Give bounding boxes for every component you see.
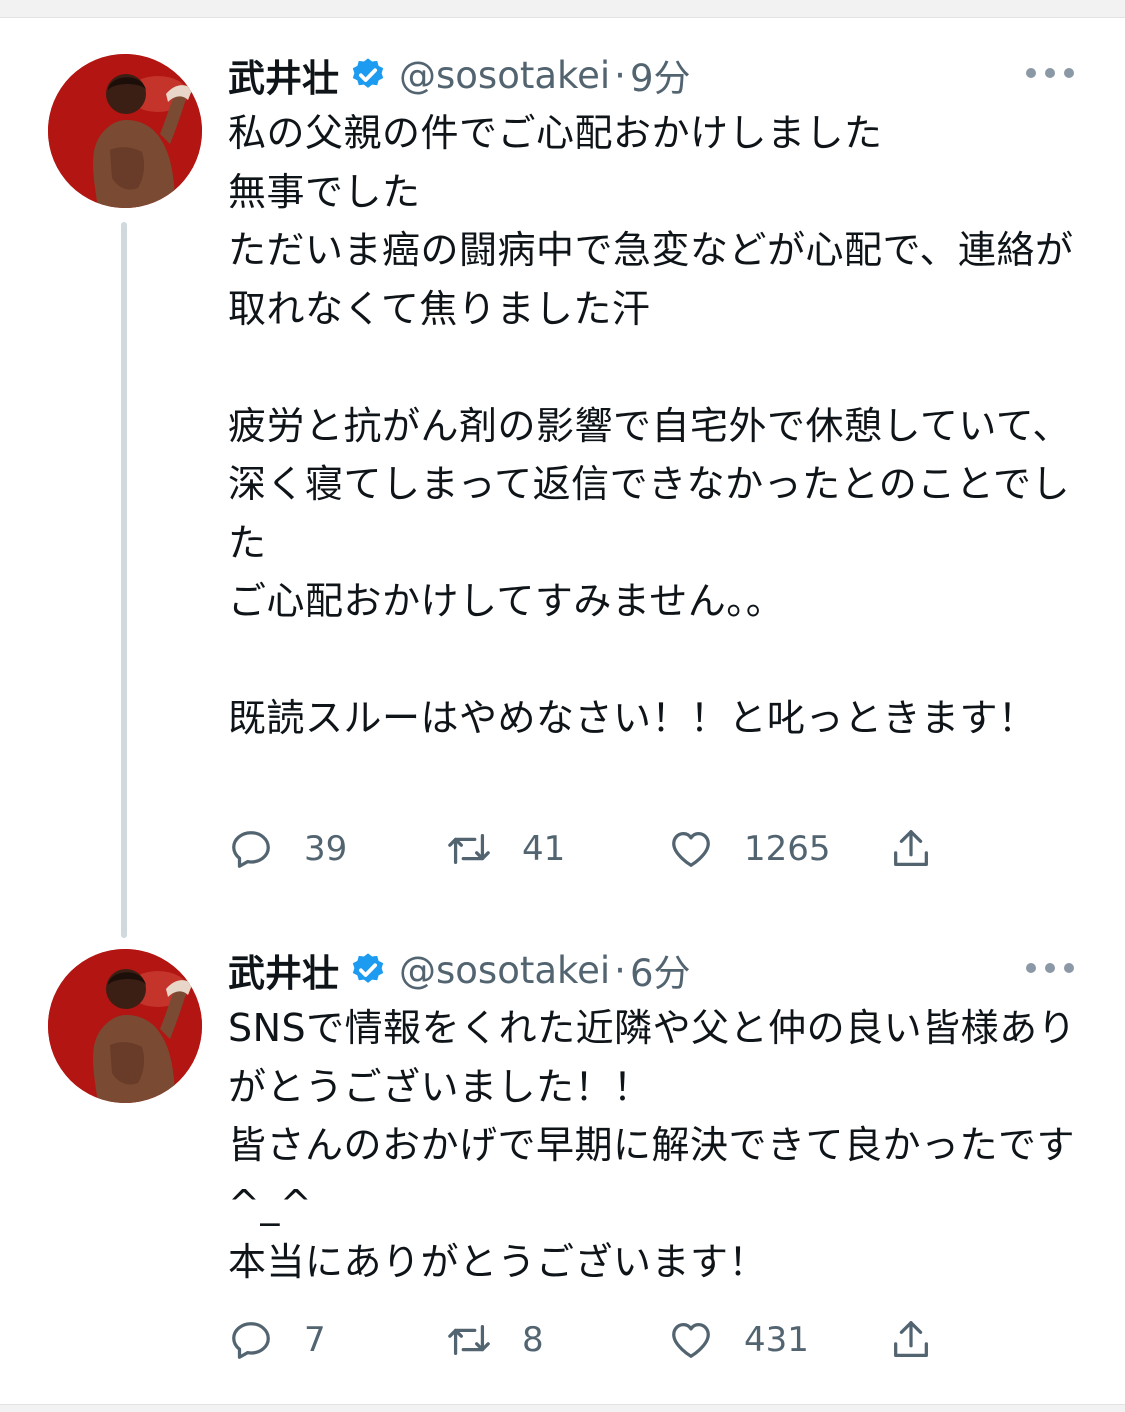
reply-count: 7 <box>304 1320 326 1360</box>
reply-icon <box>232 1322 270 1359</box>
timestamp[interactable]: 6分 <box>630 943 691 997</box>
display-name[interactable]: 武井壮 <box>228 943 339 997</box>
handle[interactable]: @sosotakei <box>399 949 610 992</box>
verified-badge-icon <box>352 953 384 983</box>
heart-icon <box>672 1323 710 1358</box>
share-button[interactable] <box>888 824 934 874</box>
retweet-count: 8 <box>522 1320 544 1360</box>
reply-button[interactable]: 39 <box>228 824 347 874</box>
tweet-header: 武井壮 @sosotakei · 6分 <box>228 943 691 997</box>
avatar[interactable] <box>48 949 202 1103</box>
more-dots-icon[interactable] <box>1026 66 1074 80</box>
like-button[interactable]: 431 <box>668 1315 809 1365</box>
verified-badge-icon <box>352 58 384 88</box>
reply-icon <box>232 831 270 868</box>
retweet-count: 41 <box>522 829 566 869</box>
tweet-text: SNSで情報をくれた近隣や父と仲の良い皆様ありがとうございました！！ 皆さんのお… <box>228 1006 1077 1284</box>
more-dots-icon[interactable] <box>1026 961 1074 975</box>
tweet[interactable]: 武井壮 @sosotakei · 9分 私の父親の件でご心配おかけしました 無事… <box>0 40 1125 940</box>
tweet-actions: 39 41 1265 <box>228 824 948 874</box>
like-button[interactable]: 1265 <box>668 824 831 874</box>
avatar-image <box>48 949 202 1103</box>
display-name[interactable]: 武井壮 <box>228 48 339 102</box>
tweet-text: 私の父親の件でご心配おかけしました 無事でした ただいま癌の闘病中で急変などが心… <box>228 111 1074 740</box>
bottom-separator <box>0 1404 1125 1412</box>
timestamp[interactable]: 9分 <box>630 48 691 102</box>
thread-line <box>121 222 127 938</box>
share-icon <box>894 830 928 866</box>
reply-button[interactable]: 7 <box>228 1315 326 1365</box>
share-icon <box>894 1321 928 1357</box>
avatar[interactable] <box>48 54 202 208</box>
separator-dot: · <box>614 948 626 992</box>
handle[interactable]: @sosotakei <box>399 54 610 97</box>
tweet-header: 武井壮 @sosotakei · 9分 <box>228 48 691 102</box>
retweet-icon <box>448 1324 490 1356</box>
separator-dot: · <box>614 53 626 97</box>
share-button[interactable] <box>888 1315 934 1365</box>
tweet[interactable]: 武井壮 @sosotakei · 6分 SNSで情報をくれた近隣や父と仲の良い皆… <box>0 935 1125 1395</box>
top-separator <box>0 0 1125 18</box>
retweet-button[interactable]: 8 <box>446 1315 544 1365</box>
heart-icon <box>672 832 710 867</box>
avatar-image <box>48 54 202 208</box>
retweet-icon <box>448 833 490 865</box>
reply-count: 39 <box>304 829 348 869</box>
tweet-actions: 7 8 431 <box>228 1315 948 1365</box>
retweet-button[interactable]: 41 <box>446 824 565 874</box>
like-count: 431 <box>744 1320 809 1360</box>
like-count: 1265 <box>744 829 831 869</box>
